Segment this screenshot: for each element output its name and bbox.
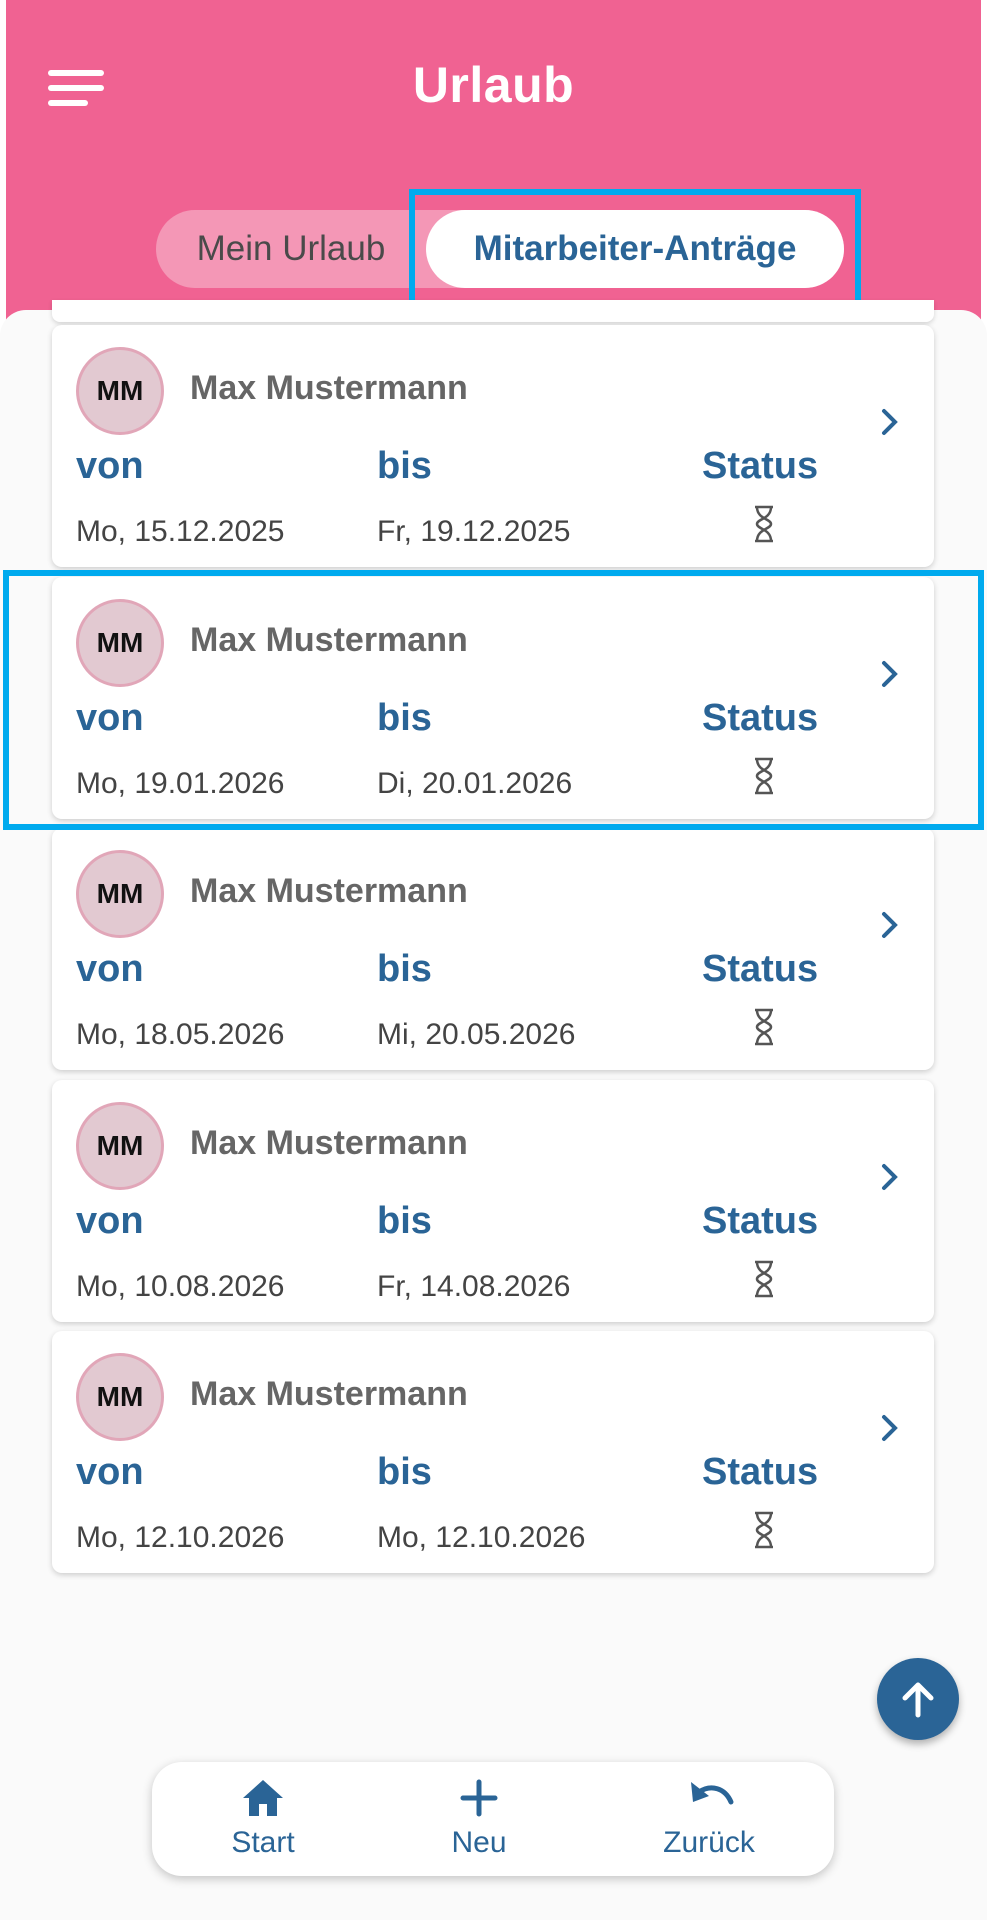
undo-icon	[691, 1782, 734, 1805]
avatar: MM	[76, 1102, 164, 1190]
from-label: von	[76, 445, 144, 487]
to-label: bis	[377, 445, 432, 487]
chevron-right-icon[interactable]	[880, 407, 900, 437]
to-label: bis	[377, 948, 432, 990]
to-label: bis	[377, 1451, 432, 1493]
request-card[interactable]: MM Max Mustermann von bis Status Mo, 12.…	[52, 1331, 934, 1573]
from-label: von	[76, 1451, 144, 1493]
nav-zurueck-label: Zurück	[663, 1826, 755, 1859]
status-label: Status	[702, 445, 819, 487]
arrow-up-icon	[902, 1682, 934, 1718]
employee-name: Max Mustermann	[190, 369, 468, 407]
card-highlight-box	[3, 570, 984, 830]
home-icon	[243, 1780, 283, 1816]
from-date: Mo, 10.08.2026	[76, 1270, 285, 1303]
employee-name: Max Mustermann	[190, 1375, 468, 1413]
status-label: Status	[702, 1451, 819, 1493]
chevron-right-icon[interactable]	[880, 1413, 900, 1443]
from-label: von	[76, 948, 144, 990]
tab-mein-urlaub[interactable]: Mein Urlaub	[156, 210, 426, 288]
to-date: Fr, 19.12.2025	[377, 515, 571, 548]
hourglass-icon	[755, 1511, 773, 1549]
to-date: Fr, 14.08.2026	[377, 1270, 571, 1303]
request-card[interactable]: MM Max Mustermann von bis Status Mo, 15.…	[52, 325, 934, 567]
chevron-right-icon[interactable]	[880, 910, 900, 940]
plus-icon	[460, 1779, 498, 1817]
previous-card-edge	[52, 300, 934, 322]
status-label: Status	[702, 948, 819, 990]
nav-start-label: Start	[231, 1826, 295, 1859]
to-label: bis	[377, 1200, 432, 1242]
hourglass-icon	[755, 505, 773, 543]
hourglass-icon	[755, 1260, 773, 1298]
employee-name: Max Mustermann	[190, 872, 468, 910]
scroll-to-top-button[interactable]	[877, 1658, 959, 1740]
from-date: Mo, 15.12.2025	[76, 515, 285, 548]
to-date: Mo, 12.10.2026	[377, 1521, 586, 1554]
request-card[interactable]: MM Max Mustermann von bis Status Mo, 10.…	[52, 1080, 934, 1322]
to-date: Mi, 20.05.2026	[377, 1018, 576, 1051]
avatar: MM	[76, 1353, 164, 1441]
from-label: von	[76, 1200, 144, 1242]
avatar: MM	[76, 850, 164, 938]
hourglass-icon	[755, 1008, 773, 1046]
nav-start[interactable]: Start	[163, 1762, 363, 1876]
nav-neu[interactable]: Neu	[379, 1762, 579, 1876]
nav-zurueck[interactable]: Zurück	[609, 1762, 809, 1876]
from-date: Mo, 18.05.2026	[76, 1018, 285, 1051]
avatar: MM	[76, 347, 164, 435]
page-title: Urlaub	[412, 57, 575, 113]
from-date: Mo, 12.10.2026	[76, 1521, 285, 1554]
bottom-navigation: Start Neu Zurück	[152, 1762, 834, 1876]
status-label: Status	[702, 1200, 819, 1242]
employee-name: Max Mustermann	[190, 1124, 468, 1162]
chevron-right-icon[interactable]	[880, 1162, 900, 1192]
request-card[interactable]: MM Max Mustermann von bis Status Mo, 18.…	[52, 828, 934, 1070]
nav-neu-label: Neu	[451, 1826, 507, 1859]
